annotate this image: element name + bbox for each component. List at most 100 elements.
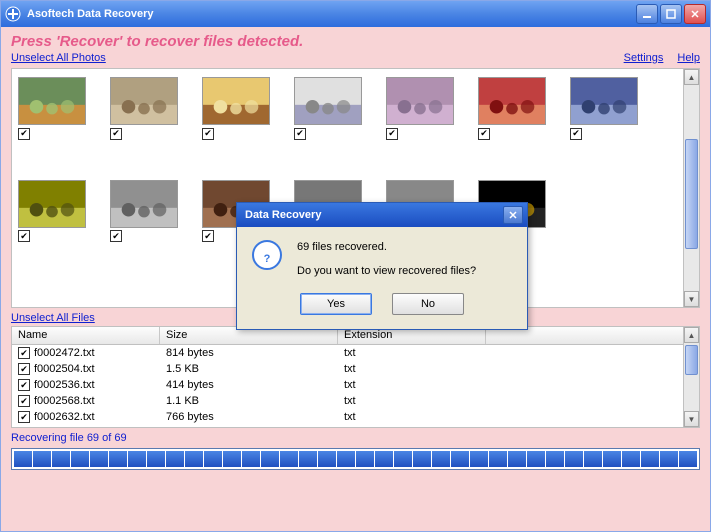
progress-bar	[11, 448, 700, 470]
file-checkbox[interactable]: ✔	[18, 411, 30, 423]
progress-segment	[33, 451, 51, 467]
progress-segment	[185, 451, 203, 467]
scroll-up-button[interactable]: ▲	[684, 69, 699, 85]
window-title: Asoftech Data Recovery	[27, 8, 636, 20]
photo-checkbox[interactable]: ✔	[294, 128, 306, 140]
table-row[interactable]: ✔ f0002568.txt 1.1 KB txt	[12, 393, 699, 409]
progress-segment	[603, 451, 621, 467]
progress-segment	[489, 451, 507, 467]
file-size: 1.5 KB	[160, 363, 338, 375]
table-row[interactable]: ✔ f0002504.txt 1.5 KB txt	[12, 361, 699, 377]
col-header-name[interactable]: Name	[12, 327, 160, 344]
photo-checkbox[interactable]: ✔	[18, 128, 30, 140]
photo-checkbox[interactable]: ✔	[478, 128, 490, 140]
file-size: 1.1 KB	[160, 395, 338, 407]
photo-item[interactable]: ✔	[202, 77, 270, 140]
scroll-thumb[interactable]	[685, 345, 698, 375]
photo-item[interactable]: ✔	[110, 180, 178, 243]
titlebar: Asoftech Data Recovery	[1, 1, 710, 27]
file-name: f0002632.txt	[34, 411, 95, 423]
progress-segment	[565, 451, 583, 467]
photo-checkbox[interactable]: ✔	[202, 128, 214, 140]
file-scrollbar[interactable]: ▲ ▼	[683, 327, 699, 427]
hint-text: Press 'Recover' to recover files detecte…	[11, 33, 700, 50]
progress-segment	[14, 451, 32, 467]
progress-segment	[318, 451, 336, 467]
photo-thumbnail[interactable]	[110, 77, 178, 125]
photo-thumbnail[interactable]	[202, 77, 270, 125]
links-row: Unselect All Photos Settings Help	[11, 52, 700, 64]
photo-thumbnail[interactable]	[570, 77, 638, 125]
no-button[interactable]: No	[392, 293, 464, 315]
progress-segment	[641, 451, 659, 467]
progress-segment	[337, 451, 355, 467]
progress-segment	[527, 451, 545, 467]
dialog-close-button[interactable]	[503, 206, 523, 224]
file-name: f0002504.txt	[34, 363, 95, 375]
maximize-button[interactable]	[660, 4, 682, 24]
progress-segment	[679, 451, 697, 467]
scroll-up-button[interactable]: ▲	[684, 327, 699, 343]
photo-thumbnail[interactable]	[18, 180, 86, 228]
progress-segment	[166, 451, 184, 467]
file-checkbox[interactable]: ✔	[18, 347, 30, 359]
progress-segment	[375, 451, 393, 467]
table-row[interactable]: ✔ f0002536.txt 414 bytes txt	[12, 377, 699, 393]
photo-item[interactable]: ✔	[386, 77, 454, 140]
file-name: f0002568.txt	[34, 395, 95, 407]
photo-thumbnail[interactable]	[110, 180, 178, 228]
progress-segment	[223, 451, 241, 467]
table-row[interactable]: ✔ f0002472.txt 814 bytes txt	[12, 345, 699, 361]
photo-checkbox[interactable]: ✔	[386, 128, 398, 140]
photo-thumbnail[interactable]	[18, 77, 86, 125]
progress-segment	[204, 451, 222, 467]
scroll-down-button[interactable]: ▼	[684, 411, 699, 427]
photo-checkbox[interactable]: ✔	[570, 128, 582, 140]
dialog-titlebar: Data Recovery	[237, 203, 527, 227]
scroll-thumb[interactable]	[685, 139, 698, 249]
photo-item[interactable]: ✔	[18, 77, 86, 140]
progress-segment	[52, 451, 70, 467]
photo-checkbox[interactable]: ✔	[110, 230, 122, 242]
progress-segment	[90, 451, 108, 467]
progress-segment	[147, 451, 165, 467]
photo-thumbnail[interactable]	[478, 77, 546, 125]
close-button[interactable]	[684, 4, 706, 24]
photo-checkbox[interactable]: ✔	[110, 128, 122, 140]
photo-item[interactable]: ✔	[478, 77, 546, 140]
photo-thumbnail[interactable]	[294, 77, 362, 125]
file-checkbox[interactable]: ✔	[18, 379, 30, 391]
photo-item[interactable]: ✔	[18, 180, 86, 243]
file-checkbox[interactable]: ✔	[18, 363, 30, 375]
status-text: Recovering file 69 of 69	[11, 432, 700, 444]
file-checkbox[interactable]: ✔	[18, 395, 30, 407]
photo-checkbox[interactable]: ✔	[202, 230, 214, 242]
table-row[interactable]: ✔ f0002632.txt 766 bytes txt	[12, 409, 699, 425]
progress-segment	[71, 451, 89, 467]
progress-segment	[261, 451, 279, 467]
photo-item[interactable]: ✔	[294, 77, 362, 140]
file-extension: txt	[338, 379, 486, 391]
progress-segment	[432, 451, 450, 467]
progress-segment	[508, 451, 526, 467]
minimize-button[interactable]	[636, 4, 658, 24]
photo-scrollbar[interactable]: ▲ ▼	[683, 69, 699, 307]
settings-link[interactable]: Settings	[624, 52, 664, 64]
scroll-down-button[interactable]: ▼	[684, 291, 699, 307]
unselect-photos-link[interactable]: Unselect All Photos	[11, 52, 106, 64]
help-link[interactable]: Help	[677, 52, 700, 64]
photo-checkbox[interactable]: ✔	[18, 230, 30, 242]
dialog-line2: Do you want to view recovered files?	[297, 265, 476, 277]
progress-segment	[660, 451, 678, 467]
file-extension: txt	[338, 411, 486, 423]
file-rows: ✔ f0002472.txt 814 bytes txt ✔ f0002504.…	[12, 345, 699, 425]
photo-item[interactable]: ✔	[110, 77, 178, 140]
file-size: 814 bytes	[160, 347, 338, 359]
photo-thumbnail[interactable]	[386, 77, 454, 125]
file-extension: txt	[338, 363, 486, 375]
photo-item[interactable]: ✔	[570, 77, 638, 140]
yes-button[interactable]: Yes	[300, 293, 372, 315]
confirm-dialog: Data Recovery ? 69 files recovered. Do y…	[236, 202, 528, 330]
file-size: 414 bytes	[160, 379, 338, 391]
progress-segment	[546, 451, 564, 467]
